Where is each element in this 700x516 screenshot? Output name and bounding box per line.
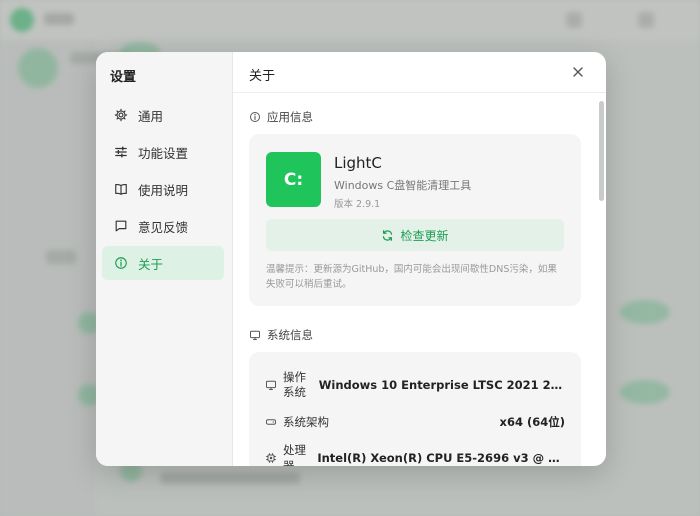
- app-info-section-title: 应用信息: [249, 109, 313, 125]
- close-icon[interactable]: [570, 64, 586, 80]
- monitor-icon: [265, 379, 277, 391]
- sys-row-arch: 系统架构 x64 (64位): [265, 414, 565, 430]
- scrollbar-thumb[interactable]: [599, 101, 604, 201]
- sidebar-item-label: 使用说明: [138, 182, 189, 198]
- sidebar-title: 设置: [110, 70, 137, 85]
- page-title: 关于: [249, 69, 276, 84]
- section-title-text: 系统信息: [267, 328, 313, 342]
- system-info-section-title: 系统信息: [249, 327, 313, 343]
- sys-label: 系统架构: [283, 415, 329, 429]
- sidebar-item-general[interactable]: 通用: [102, 98, 224, 132]
- sys-label: 处理器: [283, 443, 306, 466]
- check-update-button[interactable]: 检查更新: [266, 219, 564, 251]
- sys-row-cpu: 处理器 Intel(R) Xeon(R) CPU E5-2696 v3 @ 2.…: [265, 442, 565, 466]
- refresh-icon: [381, 229, 394, 242]
- sidebar-nav: 通用 功能设置 使用说明 意见反馈 关于: [102, 98, 224, 283]
- chat-icon: [114, 219, 128, 233]
- gear-icon: [114, 108, 128, 122]
- about-content[interactable]: 应用信息 C: LightC Windows C盘智能清理工具 版本 2.9.1…: [233, 93, 606, 466]
- sidebar-item-about[interactable]: 关于: [102, 246, 224, 280]
- app-logo: C:: [266, 152, 321, 207]
- sidebar-item-label: 关于: [138, 256, 164, 272]
- cpu-icon: [265, 452, 277, 464]
- settings-sidebar: 设置 通用 功能设置 使用说明 意见反馈 关于: [96, 52, 233, 466]
- hard-drive-icon: [265, 416, 277, 428]
- app-name: LightC: [334, 154, 382, 172]
- sidebar-item-label: 意见反馈: [138, 219, 189, 235]
- system-info-card: 操作系统 Windows 10 Enterprise LTSC 2021 22H…: [249, 352, 581, 466]
- update-tip: 温馨提示：更新源为GitHub，国内可能会出现间歇性DNS污染，如果失败可以稍后…: [266, 264, 557, 290]
- info-icon: [249, 111, 261, 123]
- sys-value: Windows 10 Enterprise LTSC 2021 22H2 (B.…: [318, 378, 565, 392]
- settings-main-panel: 关于 应用信息 C: LightC Windows C盘智能清理工具 版本 2.…: [233, 52, 606, 466]
- check-update-label: 检查更新: [400, 228, 449, 243]
- app-info-card: C: LightC Windows C盘智能清理工具 版本 2.9.1 检查更新…: [249, 134, 581, 306]
- sys-row-os: 操作系统 Windows 10 Enterprise LTSC 2021 22H…: [265, 370, 565, 400]
- sliders-icon: [114, 145, 128, 159]
- sidebar-item-label: 功能设置: [138, 145, 189, 161]
- book-icon: [114, 182, 128, 196]
- sidebar-item-feedback[interactable]: 意见反馈: [102, 209, 224, 243]
- section-title-text: 应用信息: [267, 110, 313, 124]
- settings-dialog: 设置 通用 功能设置 使用说明 意见反馈 关于 关于 应用信息 C: Light…: [96, 52, 606, 466]
- app-version: 版本 2.9.1: [334, 199, 381, 210]
- sys-label: 操作系统: [283, 370, 306, 399]
- sidebar-item-feature-settings[interactable]: 功能设置: [102, 135, 224, 169]
- sys-value: x64 (64位): [499, 415, 565, 429]
- panel-header: 关于: [233, 52, 606, 93]
- info-icon: [114, 256, 128, 270]
- sidebar-item-label: 通用: [138, 108, 164, 124]
- sys-value: Intel(R) Xeon(R) CPU E5-2696 v3 @ 2.30G.…: [317, 451, 565, 465]
- app-description: Windows C盘智能清理工具: [334, 179, 472, 192]
- sidebar-item-instructions[interactable]: 使用说明: [102, 172, 224, 206]
- monitor-icon: [249, 329, 261, 341]
